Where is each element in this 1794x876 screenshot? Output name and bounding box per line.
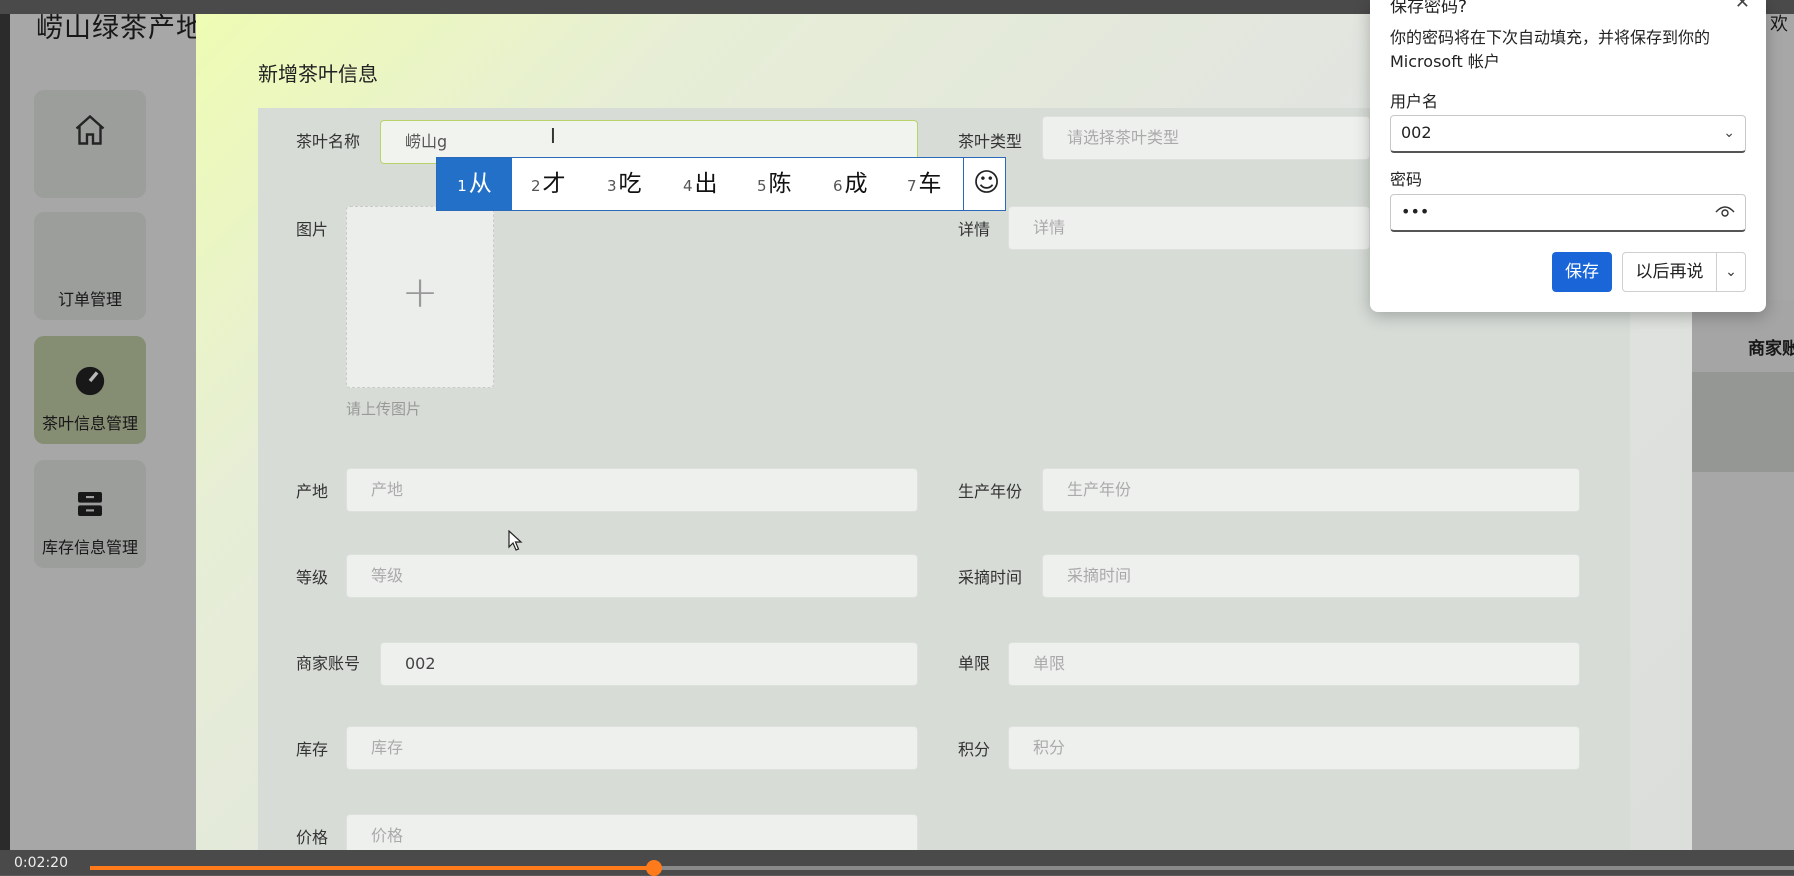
popup-description: 你的密码将在下次自动填充，并将保存到你的 Microsoft 帐户 <box>1390 28 1711 71</box>
ime-candidate-char: 成 <box>844 171 868 197</box>
year-input[interactable]: 生产年份 <box>1042 468 1580 512</box>
ime-candidate-number: 4 <box>683 177 693 195</box>
tea-type-select[interactable]: 请选择茶叶类型 <box>1042 116 1370 160</box>
tea-name-label: 茶叶名称 <box>296 132 361 151</box>
username-value: 002 <box>1401 123 1432 142</box>
chevron-down-icon[interactable]: ⌄ <box>1716 252 1746 292</box>
image-label: 图片 <box>296 220 329 239</box>
pick-time-input[interactable]: 采摘时间 <box>1042 554 1580 598</box>
image-upload-button[interactable]: + <box>346 206 494 388</box>
close-icon[interactable]: ✕ <box>1735 0 1750 13</box>
password-field[interactable]: ••• <box>1390 194 1746 232</box>
ime-separator <box>963 158 964 210</box>
ime-candidate-number: 6 <box>833 177 843 195</box>
username-field[interactable]: 002 ⌄ <box>1390 115 1746 153</box>
merchant-input[interactable]: 002 <box>380 642 918 686</box>
detail-label: 详情 <box>958 220 991 239</box>
password-value: ••• <box>1401 202 1430 221</box>
ime-candidate-char: 才 <box>542 171 566 197</box>
ime-candidate[interactable]: 4出 <box>683 158 718 210</box>
ime-candidate-number: 3 <box>607 177 617 195</box>
ime-candidate[interactable]: 5陈 <box>757 158 792 210</box>
tea-type-label: 茶叶类型 <box>958 132 1023 151</box>
limit-input[interactable]: 单限 <box>1008 642 1580 686</box>
grade-label: 等级 <box>296 568 329 587</box>
ime-candidate-char: 从 <box>468 171 492 197</box>
video-time: 0:02:20 <box>14 855 68 871</box>
ime-candidate-char: 出 <box>694 171 718 197</box>
ime-candidate-number: 2 <box>531 177 541 195</box>
seek-track[interactable] <box>90 860 1794 876</box>
dialog-title: 新增茶叶信息 <box>258 62 378 86</box>
ime-candidate-char: 吃 <box>618 171 642 197</box>
points-label: 积分 <box>958 740 991 759</box>
ime-candidate[interactable]: 6成 <box>833 158 868 210</box>
merchant-label: 商家账号 <box>296 654 361 673</box>
plus-icon: + <box>401 267 439 318</box>
emoji-icon[interactable]: ☺ <box>973 168 1000 198</box>
ime-candidate-char: 车 <box>918 171 942 197</box>
detail-input[interactable]: 详情 <box>1008 206 1370 250</box>
ime-candidate-bar: 1从 2才 3吃 4出 5陈 6成 7车 ☺ <box>436 157 1006 211</box>
ime-candidate[interactable]: 7车 <box>907 158 942 210</box>
origin-label: 产地 <box>296 482 329 501</box>
upload-tip: 请上传图片 <box>346 400 422 418</box>
chevron-down-icon[interactable]: ⌄ <box>1723 116 1735 150</box>
ime-candidate-number: 1 <box>457 177 467 195</box>
text-cursor-icon: I <box>550 124 556 148</box>
ime-candidate-number: 7 <box>907 177 917 195</box>
password-label: 密码 <box>1390 170 1423 189</box>
ime-candidate[interactable]: 1从 <box>437 158 512 210</box>
save-password-popup: 保存密码? ✕ 你的密码将在下次自动填充，并将保存到你的 Microsoft 帐… <box>1370 0 1766 312</box>
pick-time-label: 采摘时间 <box>958 568 1023 587</box>
ime-candidate-number: 5 <box>757 177 767 195</box>
limit-label: 单限 <box>958 654 991 673</box>
save-password-button[interactable]: 保存 <box>1552 252 1612 292</box>
popup-title: 保存密码? <box>1390 0 1468 17</box>
points-input[interactable]: 积分 <box>1008 726 1580 770</box>
username-label: 用户名 <box>1390 92 1439 111</box>
price-label: 价格 <box>296 828 329 847</box>
seek-handle[interactable] <box>646 860 663 876</box>
video-progress-bar: 0:02:20 <box>0 850 1794 876</box>
year-label: 生产年份 <box>958 482 1023 501</box>
not-now-button[interactable]: 以后再说 <box>1622 252 1716 292</box>
seek-progress <box>90 866 655 870</box>
grade-input[interactable]: 等级 <box>346 554 918 598</box>
ime-candidate-char: 陈 <box>768 171 792 197</box>
mouse-pointer-icon <box>508 529 524 557</box>
ime-candidate[interactable]: 3吃 <box>607 158 642 210</box>
eye-icon[interactable] <box>1715 195 1735 229</box>
stock-label: 库存 <box>296 740 329 759</box>
stock-input[interactable]: 库存 <box>346 726 918 770</box>
origin-input[interactable]: 产地 <box>346 468 918 512</box>
ime-candidate[interactable]: 2才 <box>531 158 566 210</box>
